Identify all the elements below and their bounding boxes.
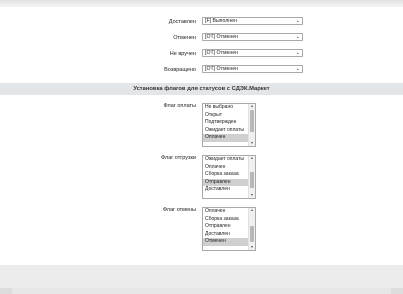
status-label-delivered: Доставлен	[168, 19, 196, 25]
chevron-down-icon: ⌄	[295, 34, 300, 40]
scrollbar-thumb[interactable]	[250, 110, 254, 132]
status-select-value: [F] Выполнен	[205, 18, 237, 24]
footer-panel	[12, 288, 391, 294]
status-label-canceled: Отменен	[173, 35, 196, 41]
status-select-returned[interactable]: [OT] Отменен ⌄	[202, 65, 303, 73]
list-option[interactable]: Подтвержден	[203, 119, 249, 127]
flag-listbox-cancel[interactable]: Оплачен Сборка заказа Отправлен Доставле…	[202, 207, 256, 251]
list-option-selected[interactable]: Оплачен	[203, 134, 249, 142]
section-header: Установка флагов для статусов с СДЭК.Мар…	[0, 83, 403, 95]
scroll-down-icon[interactable]: ▼	[249, 141, 255, 146]
status-select-value: [OT] Отменен	[205, 50, 239, 56]
list-option[interactable]: Ожидает оплаты	[203, 156, 249, 164]
scroll-up-icon[interactable]: ▲	[249, 156, 255, 161]
chevron-down-icon: ⌄	[295, 66, 300, 72]
list-option[interactable]: Оплачен	[203, 208, 249, 216]
scroll-down-icon[interactable]: ▼	[249, 245, 255, 250]
settings-panel: Доставлен [F] Выполнен ⌄ Отменен [OT] От…	[0, 7, 403, 265]
scroll-down-icon[interactable]: ▼	[249, 193, 255, 198]
listbox-scrollbar[interactable]: ▲ ▼	[248, 208, 255, 250]
scrollbar-thumb[interactable]	[250, 172, 254, 188]
list-option[interactable]: Отправлен	[203, 223, 249, 231]
listbox-scrollbar[interactable]: ▲ ▼	[248, 104, 255, 146]
flag-label-shipment: Флаг отгрузки	[160, 155, 196, 161]
chevron-down-icon: ⌄	[295, 50, 300, 56]
status-select-not-delivered[interactable]: [OT] Отменен ⌄	[202, 49, 303, 57]
scrollbar-thumb[interactable]	[250, 226, 254, 242]
list-option[interactable]: Открыт	[203, 112, 249, 120]
status-select-value: [OT] Отменен	[205, 66, 239, 72]
flag-label-cancel: Флаг отмены	[162, 207, 196, 213]
scroll-up-icon[interactable]: ▲	[249, 208, 255, 213]
status-select-canceled[interactable]: [OT] Отменен ⌄	[202, 33, 303, 41]
top-edge	[0, 0, 403, 7]
flag-listbox-payment[interactable]: Не выбрано Открыт Подтвержден Ожидает оп…	[202, 103, 256, 147]
flag-listbox-shipment[interactable]: Ожидает оплаты Оплачен Сборка заказа Отп…	[202, 155, 256, 199]
list-option[interactable]: Оплачен	[203, 164, 249, 172]
list-option-selected[interactable]: Отменен	[203, 238, 249, 246]
list-option-selected[interactable]: Отправлен	[203, 178, 249, 186]
list-option[interactable]: Не выбрано	[203, 104, 249, 112]
list-option[interactable]: Сборка заказа	[203, 171, 249, 179]
chevron-down-icon: ⌄	[295, 18, 300, 24]
listbox-scrollbar[interactable]: ▲ ▼	[248, 156, 255, 198]
scroll-up-icon[interactable]: ▲	[249, 104, 255, 109]
list-option[interactable]: Доставлен	[203, 186, 249, 194]
status-label-returned: Возвращено	[164, 67, 196, 73]
section-title: Установка флагов для статусов с СДЭК.Мар…	[133, 86, 270, 92]
list-option[interactable]: Сборка заказа	[203, 216, 249, 224]
flag-label-payment: Флаг оплаты	[163, 103, 196, 109]
status-label-not-delivered: Не вручен	[169, 51, 196, 57]
status-select-delivered[interactable]: [F] Выполнен ⌄	[202, 17, 303, 25]
status-select-value: [OT] Отменен	[205, 34, 239, 40]
list-option[interactable]: Ожидает оплаты	[203, 127, 249, 135]
list-option[interactable]: Доставлен	[203, 231, 249, 239]
